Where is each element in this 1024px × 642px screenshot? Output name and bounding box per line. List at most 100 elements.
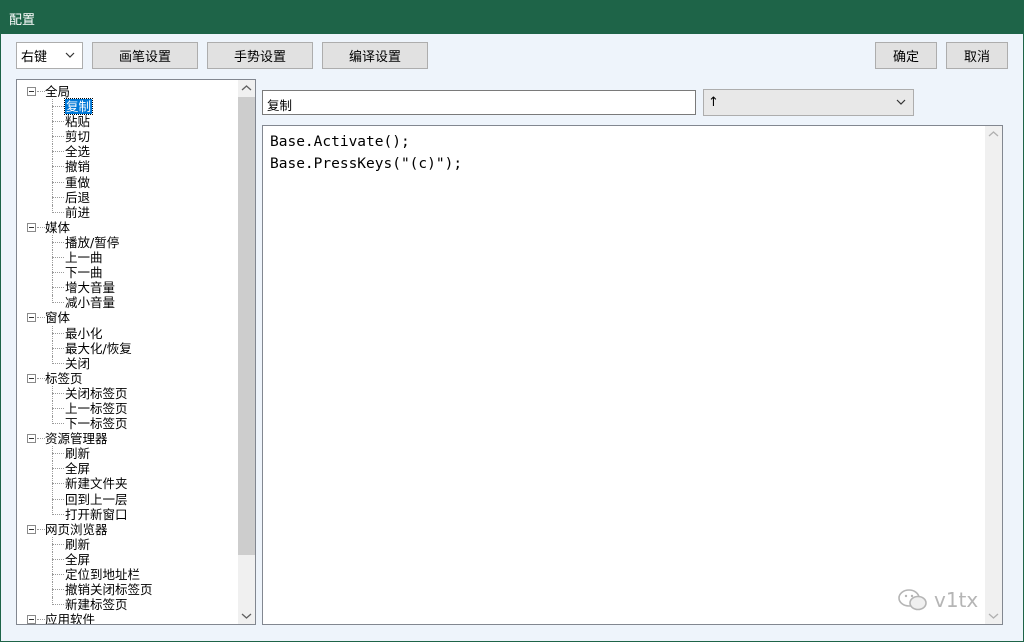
tree-item[interactable]: 前进 bbox=[17, 204, 239, 220]
tree-item-label: 全屏 bbox=[65, 551, 91, 567]
tree-item-label: 粘贴 bbox=[65, 114, 91, 130]
scroll-up-icon[interactable] bbox=[238, 80, 255, 97]
tree-item-label: 重做 bbox=[65, 174, 91, 190]
tree-item[interactable]: 下一标签页 bbox=[17, 416, 239, 431]
tree-connector bbox=[52, 483, 64, 485]
script-editor[interactable]: Base.Activate(); Base.PressKeys("(c)"); bbox=[262, 125, 1003, 625]
collapse-icon[interactable] bbox=[27, 524, 36, 534]
cancel-button[interactable]: 取消 bbox=[946, 42, 1008, 69]
tree-item-label: 播放/暂停 bbox=[65, 234, 120, 250]
tree-item-label: 减小音量 bbox=[65, 295, 116, 311]
tree-item[interactable]: 新建文件夹 bbox=[17, 476, 239, 492]
tree-item-label: 剪切 bbox=[65, 129, 91, 145]
command-name-value: 复制 bbox=[267, 98, 293, 113]
tree-item[interactable]: 下一曲 bbox=[17, 265, 239, 281]
tree-connector bbox=[52, 423, 64, 425]
tree-group[interactable]: 窗体 bbox=[17, 310, 239, 325]
tree-item[interactable]: 刷新 bbox=[17, 536, 239, 552]
tree-connector bbox=[37, 226, 45, 228]
tree-item[interactable]: 撤销关闭标签页 bbox=[17, 582, 239, 598]
scroll-down-icon[interactable] bbox=[238, 607, 255, 624]
gesture-select[interactable]: ↑ bbox=[703, 89, 914, 116]
gesture-value: ↑ bbox=[708, 95, 719, 110]
tree-connector bbox=[52, 136, 64, 138]
command-tree[interactable]: 全局 复制 粘贴 剪切 全选 撤销 重做 后退 前进 媒体 播放/暂停 上一曲 下一曲 增大音量 减小音量窗… bbox=[16, 79, 256, 625]
collapse-icon[interactable] bbox=[27, 313, 36, 323]
tree-item[interactable]: 新建标签页 bbox=[17, 597, 239, 612]
tree-connector bbox=[52, 498, 64, 500]
tree-item-label: 新建文件夹 bbox=[65, 476, 128, 492]
collapse-icon[interactable] bbox=[27, 373, 36, 383]
mouse-button-select[interactable]: 右键 bbox=[16, 42, 83, 69]
watermark-text: v1tx bbox=[934, 588, 979, 612]
tree-item[interactable]: 后退 bbox=[17, 189, 239, 205]
tree-connector bbox=[52, 362, 64, 364]
tree-connector bbox=[52, 106, 64, 108]
tree-item-label: 全选 bbox=[65, 144, 91, 160]
collapse-icon[interactable] bbox=[27, 222, 36, 232]
scroll-down-icon[interactable] bbox=[985, 607, 1002, 624]
tree-item[interactable]: 打开新窗口 bbox=[17, 506, 239, 522]
editor-scrollbar[interactable] bbox=[985, 126, 1002, 624]
chevron-down-icon bbox=[65, 52, 75, 58]
tree-item[interactable]: 关闭标签页 bbox=[17, 385, 239, 401]
tree-connector bbox=[52, 558, 64, 560]
tree-item[interactable]: 上一曲 bbox=[17, 250, 239, 266]
scrollbar-thumb[interactable] bbox=[238, 97, 255, 555]
tree-item[interactable]: 最大化/恢复 bbox=[17, 340, 239, 356]
tree-scrollbar[interactable] bbox=[238, 80, 255, 624]
code-line: Base.PressKeys("(c)"); bbox=[270, 156, 463, 172]
tree-item[interactable]: 播放/暂停 bbox=[17, 234, 239, 250]
command-name-input[interactable]: 复制 bbox=[262, 90, 696, 115]
tree-group[interactable]: 资源管理器 bbox=[17, 431, 239, 446]
tree-connector bbox=[52, 151, 64, 153]
tree-item[interactable]: 定位到地址栏 bbox=[17, 567, 239, 582]
tree-group[interactable]: 标签页 bbox=[17, 371, 239, 386]
tree-item[interactable]: 刷新 bbox=[17, 446, 239, 462]
tree-item-label: 前进 bbox=[65, 204, 91, 220]
tree-item-label: 上一标签页 bbox=[65, 400, 128, 416]
tree-connector bbox=[52, 272, 64, 274]
tree-item[interactable]: 最小化 bbox=[17, 325, 239, 341]
tree-item[interactable]: 粘贴 bbox=[17, 114, 239, 130]
compile-settings-button[interactable]: 编译设置 bbox=[322, 42, 428, 69]
tree-item[interactable]: 全选 bbox=[17, 144, 239, 160]
collapse-icon[interactable] bbox=[27, 87, 36, 96]
tree-connector bbox=[52, 302, 64, 304]
ok-button[interactable]: 确定 bbox=[875, 42, 937, 69]
tree-group-label: 媒体 bbox=[45, 219, 71, 235]
tree-connector bbox=[52, 604, 64, 606]
tree-item[interactable]: 减小音量 bbox=[17, 295, 239, 310]
tree-item[interactable]: 全屏 bbox=[17, 551, 239, 567]
tree-item-label: 最大化/恢复 bbox=[65, 340, 132, 356]
tree-item-label: 上一曲 bbox=[65, 250, 103, 266]
wechat-icon bbox=[898, 589, 927, 611]
tree-connector bbox=[37, 438, 45, 440]
tree-item[interactable]: 全屏 bbox=[17, 461, 239, 477]
tree-item[interactable]: 剪切 bbox=[17, 129, 239, 145]
tree-item-label: 关闭标签页 bbox=[65, 385, 128, 401]
tree-item[interactable]: 撤销 bbox=[17, 159, 239, 175]
tree-group[interactable]: 应用软件 bbox=[17, 612, 239, 624]
watermark: v1tx bbox=[898, 588, 978, 612]
tree-group[interactable]: 全局 bbox=[17, 84, 239, 99]
tree-item-label: 增大音量 bbox=[65, 280, 116, 296]
collapse-icon[interactable] bbox=[27, 615, 36, 624]
tree-item[interactable]: 复制 bbox=[17, 98, 239, 116]
tree-group[interactable]: 媒体 bbox=[17, 220, 239, 235]
tree-connector bbox=[52, 574, 64, 575]
tree-group[interactable]: 网页浏览器 bbox=[17, 522, 239, 537]
scroll-up-icon[interactable] bbox=[985, 126, 1002, 143]
pen-settings-button[interactable]: 画笔设置 bbox=[92, 42, 198, 69]
tree-group-label: 窗体 bbox=[45, 310, 71, 326]
tree-item[interactable]: 关闭 bbox=[17, 355, 239, 371]
tree-item[interactable]: 增大音量 bbox=[17, 280, 239, 296]
tree-connector bbox=[52, 347, 64, 349]
tree-item[interactable]: 重做 bbox=[17, 174, 239, 190]
tree-item[interactable]: 上一标签页 bbox=[17, 400, 239, 416]
gesture-settings-button[interactable]: 手势设置 bbox=[207, 42, 313, 69]
tree-item[interactable]: 回到上一层 bbox=[17, 491, 239, 507]
tree-item-label: 复制 bbox=[63, 98, 94, 116]
collapse-icon[interactable] bbox=[27, 434, 36, 444]
window-title: 配置 bbox=[9, 13, 36, 28]
